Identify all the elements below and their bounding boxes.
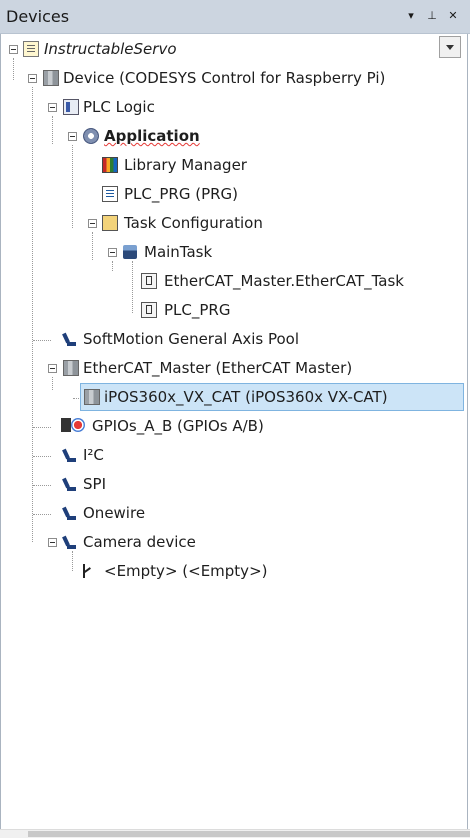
tree-item-label: <Empty> (<Empty>) (104, 562, 268, 580)
tree-item-application[interactable]: Application (1, 123, 469, 149)
tree-item-library-manager[interactable]: Library Manager (1, 152, 469, 178)
tree-item-label: Task Configuration (124, 214, 263, 232)
tree-item-plc-prg[interactable]: PLC_PRG (PRG) (1, 181, 469, 207)
program-call-icon (141, 302, 157, 318)
scrollbar-thumb[interactable] (28, 831, 470, 837)
tree-item-onewire[interactable]: Onewire (1, 500, 469, 526)
tree-item-label: Device (CODESYS Control for Raspberry Pi… (63, 69, 386, 87)
tree-item-label: Library Manager (124, 156, 247, 174)
device-icon (43, 70, 59, 86)
tree-item-label: PLC_PRG (164, 301, 231, 319)
pin-icon[interactable]: ⊥ (425, 9, 439, 23)
tree-item-ethercat-task-call[interactable]: EtherCAT_Master.EtherCAT_Task (1, 268, 469, 294)
plc-logic-icon (63, 99, 79, 115)
tree-item-label: EtherCAT_Master (EtherCAT Master) (83, 359, 353, 377)
program-icon (102, 186, 118, 202)
tree-item-label: I²C (83, 446, 104, 464)
tree-item-ipos-drive[interactable]: iPOS360x_VX_CAT (iPOS360x VX-CAT) (80, 383, 464, 411)
tree-item-label: Onewire (83, 504, 146, 522)
tree-item-plc-prg-call[interactable]: PLC_PRG (1, 297, 469, 323)
project-icon (23, 41, 39, 57)
close-icon[interactable]: ✕ (446, 9, 460, 23)
library-icon (102, 157, 118, 173)
tree-item-spi[interactable]: SPI (1, 471, 469, 497)
device-icon (84, 389, 100, 405)
devices-panel-titlebar: Devices ▾ ⊥ ✕ (0, 0, 470, 34)
collapse-toggle-icon[interactable] (88, 219, 97, 228)
application-gear-icon (83, 128, 99, 144)
panel-title: Devices (6, 7, 70, 26)
horizontal-scrollbar[interactable] (0, 829, 470, 838)
tree-item-label: Application (104, 127, 200, 145)
task-icon (123, 245, 137, 259)
devices-tree-panel[interactable]: InstructableServo Device (CODESYS Contro… (0, 34, 468, 834)
tree-item-i2c[interactable]: I²C (1, 442, 469, 468)
tree-item-label: SoftMotion General Axis Pool (83, 330, 300, 348)
tree-item-label: GPIOs_A_B (GPIOs A/B) (92, 417, 264, 435)
axis-icon (63, 478, 77, 492)
task-configuration-icon (102, 215, 118, 231)
tree-item-main-task[interactable]: MainTask (1, 239, 469, 265)
empty-slot-icon (81, 564, 93, 578)
collapse-toggle-icon[interactable] (108, 248, 117, 257)
tree-item-label: InstructableServo (44, 40, 177, 58)
tree-item-camera-device[interactable]: Camera device (1, 529, 469, 555)
tree-item-label: PLC Logic (83, 98, 155, 116)
axis-icon (63, 507, 77, 521)
tree-item-label: PLC_PRG (PRG) (124, 185, 239, 203)
tree-item-softmotion-pool[interactable]: SoftMotion General Axis Pool (1, 326, 469, 352)
tree-item-gpios[interactable]: GPIOs_A_B (GPIOs A/B) (1, 413, 469, 439)
tree-item-label: EtherCAT_Master.EtherCAT_Task (164, 272, 404, 290)
tree-item-label: Camera device (83, 533, 196, 551)
collapse-toggle-icon[interactable] (48, 538, 57, 547)
collapse-toggle-icon[interactable] (9, 45, 18, 54)
tree-item-empty-slot[interactable]: <Empty> (<Empty>) (1, 558, 469, 584)
program-call-icon (141, 273, 157, 289)
tree-item-label: MainTask (144, 243, 213, 261)
window-position-dropdown-icon[interactable]: ▾ (404, 9, 418, 23)
collapse-toggle-icon[interactable] (68, 132, 77, 141)
tree-item-plc-logic[interactable]: PLC Logic (1, 94, 469, 120)
axis-icon (63, 449, 77, 463)
gpio-icon (61, 417, 87, 435)
tree-item-task-configuration[interactable]: Task Configuration (1, 210, 469, 236)
tree-item-label: iPOS360x_VX_CAT (iPOS360x VX-CAT) (104, 388, 388, 406)
tree-dropdown-button[interactable] (439, 36, 461, 58)
tree-item-project[interactable]: InstructableServo (1, 36, 431, 62)
axis-icon (63, 536, 77, 550)
collapse-toggle-icon[interactable] (48, 103, 57, 112)
device-icon (63, 360, 79, 376)
axis-icon (63, 333, 77, 347)
tree-item-label: SPI (83, 475, 106, 493)
collapse-toggle-icon[interactable] (28, 74, 37, 83)
collapse-toggle-icon[interactable] (48, 364, 57, 373)
tree-item-ethercat-master[interactable]: EtherCAT_Master (EtherCAT Master) (1, 355, 469, 381)
tree-item-device[interactable]: Device (CODESYS Control for Raspberry Pi… (1, 65, 469, 91)
